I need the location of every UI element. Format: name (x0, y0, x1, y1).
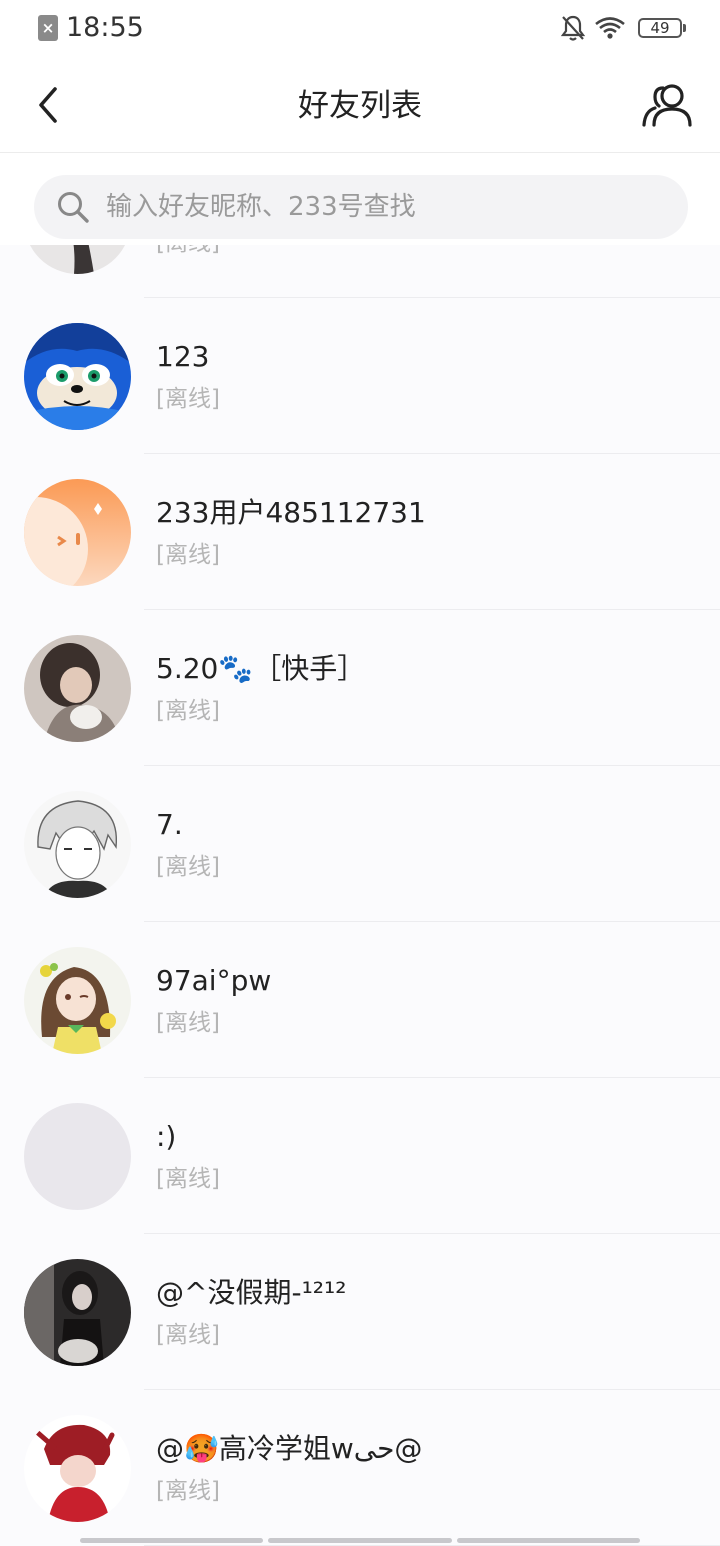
avatar (24, 947, 131, 1054)
list-item[interactable]: 233用户485112731 [离线] (0, 454, 720, 610)
top-navigation-bar: 好友列表 (0, 58, 720, 153)
search-icon (54, 188, 92, 226)
scroll-segment (268, 1538, 452, 1543)
friend-name: 233用户485112731 (156, 496, 426, 529)
friend-name: @^没假期-¹²¹² (156, 1276, 347, 1309)
battery-icon: 49 (638, 18, 686, 38)
friend-name: 123 (156, 340, 210, 373)
friends-button[interactable] (640, 78, 694, 132)
wifi-icon (594, 16, 626, 40)
avatar (24, 1259, 131, 1366)
sim-blocked-icon: × (38, 15, 58, 41)
friend-status: [离线] (156, 386, 220, 412)
mute-bell-icon (560, 14, 586, 42)
status-left: × 18:55 (38, 12, 144, 44)
list-item[interactable]: :) [离线] (0, 1078, 720, 1234)
list-item[interactable]: 7. [离线] (0, 766, 720, 922)
scroll-indicator (80, 1538, 640, 1543)
search-box[interactable] (34, 175, 688, 239)
list-item[interactable]: @🥵高冷学姐ᴡﺣﻰ@ [离线] (0, 1390, 720, 1546)
avatar (24, 635, 131, 742)
status-bar: × 18:55 49 (0, 0, 720, 58)
scroll-segment (80, 1538, 264, 1543)
friend-status: [离线] (156, 854, 220, 880)
friend-status: [离线] (156, 1322, 220, 1348)
friend-status: [离线] (156, 542, 220, 568)
status-time: 18:55 (66, 12, 144, 43)
page-title: 好友列表 (298, 88, 422, 124)
avatar (24, 479, 131, 586)
status-right: 49 (560, 14, 686, 42)
friend-name: 5.20🐾［快手］ (156, 652, 366, 685)
friend-status: [离线] (156, 1478, 220, 1504)
search-area (0, 153, 720, 245)
list-item[interactable]: 123 [离线] (0, 298, 720, 454)
friend-name: 97ai°pw (156, 964, 272, 997)
avatar (24, 791, 131, 898)
list-item[interactable]: 97ai°pw [离线] (0, 922, 720, 1078)
friend-list[interactable]: [离线] 123 [离线] (0, 142, 720, 1546)
friend-name: :) (156, 1120, 177, 1153)
list-item[interactable]: @^没假期-¹²¹² [离线] (0, 1234, 720, 1390)
avatar (24, 1415, 131, 1522)
friends-icon (642, 84, 692, 127)
friend-status: [离线] (156, 698, 220, 724)
friend-name: 7. (156, 808, 183, 841)
list-item[interactable]: 5.20🐾［快手］ [离线] (0, 610, 720, 766)
avatar (24, 1103, 131, 1210)
avatar (24, 323, 131, 430)
search-input[interactable] (104, 191, 668, 223)
friend-name: @🥵高冷学姐ᴡﺣﻰ@ (156, 1432, 423, 1465)
friend-status: [离线] (156, 1166, 220, 1192)
scroll-segment (456, 1538, 640, 1543)
friend-status: [离线] (156, 1010, 220, 1036)
